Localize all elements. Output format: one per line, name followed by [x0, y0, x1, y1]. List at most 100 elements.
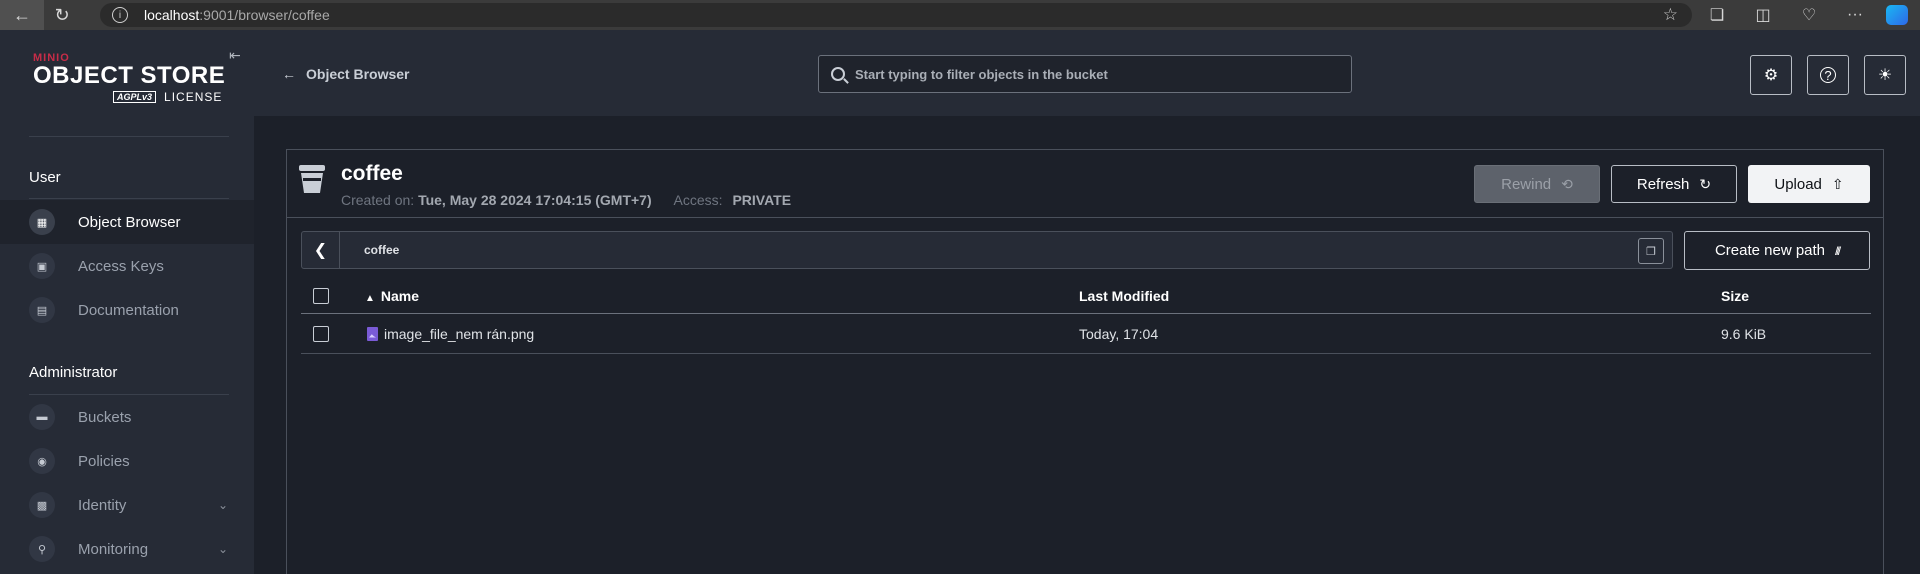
breadcrumb-path[interactable]: coffee — [364, 243, 399, 257]
search-input[interactable] — [855, 66, 1335, 82]
upload-icon: ⇧ — [1831, 175, 1844, 192]
sidebar-item-label: Documentation — [78, 301, 179, 319]
upload-label: Upload — [1774, 175, 1822, 193]
documentation-icon: ▤ — [29, 297, 55, 323]
sidebar-item-label: Policies — [78, 452, 130, 470]
object-filter-search[interactable] — [818, 55, 1352, 93]
image-file-icon — [367, 326, 378, 341]
back-arrow-icon: ← — [282, 66, 296, 82]
file-name: image_file_nem rán.png — [384, 325, 535, 342]
upload-button[interactable]: Upload ⇧ — [1748, 165, 1870, 203]
bucket-name: coffee — [341, 162, 403, 185]
size-cell: 9.6 KiB — [1721, 325, 1767, 342]
table-header: ▲ Name Last Modified Size — [301, 278, 1871, 314]
sidebar-item-label: Identity — [78, 496, 127, 514]
section-label-administrator: Administrator — [29, 364, 118, 381]
divider — [29, 198, 229, 199]
column-header-label: Name — [380, 287, 420, 304]
info-icon[interactable]: i — [112, 7, 128, 23]
sidebar-item-label: Monitoring — [78, 540, 149, 558]
bucket-meta: Created on: Tue, May 28 2024 17:04:15 (G… — [341, 192, 791, 208]
copy-icon: ❐ — [1646, 245, 1656, 258]
rewind-label: Rewind — [1501, 175, 1552, 193]
sort-ascending-icon: ▲ — [365, 292, 375, 304]
settings-icon: ⚙ — [1763, 67, 1779, 84]
sidebar-item-documentation[interactable]: ▤ Documentation — [0, 288, 254, 332]
more-icon[interactable]: ··· — [1832, 6, 1878, 24]
back-link-label: Object Browser — [306, 66, 410, 82]
browser-toolbar: ← ↻ i localhost:9001/browser/coffee ☆ ❏ … — [0, 0, 1920, 30]
theme-toggle-icon: ☀ — [1877, 67, 1893, 84]
page-header: ← Object Browser ⚙ ? ☀ — [254, 30, 1920, 116]
breadcrumb-back-button[interactable]: ❮ — [302, 232, 340, 268]
sidebar-item-buckets[interactable]: ▬ Buckets — [0, 395, 254, 439]
sidebar-item-label: Access Keys — [78, 257, 164, 275]
object-browser-icon: ▦ — [29, 209, 55, 235]
refresh-button[interactable]: Refresh ↻ — [1611, 165, 1737, 203]
chevron-down-icon[interactable]: ⌄ — [218, 542, 228, 556]
sidebar-item-access-keys[interactable]: ▣ Access Keys — [0, 244, 254, 288]
last-modified-cell: Today, 17:04 — [1079, 325, 1159, 342]
created-value: Tue, May 28 2024 17:04:15 (GMT+7) — [418, 192, 652, 208]
divider — [29, 136, 229, 137]
sidebar-item-monitoring[interactable]: ⚲ Monitoring ⌄ — [0, 527, 254, 571]
help-icon: ? — [1820, 67, 1836, 83]
new-path-icon: /// — [1835, 243, 1841, 258]
policies-icon: ◉ — [29, 448, 55, 474]
create-path-label: Create new path — [1714, 242, 1826, 259]
select-all-checkbox[interactable] — [313, 287, 329, 304]
logo-license: LICENSE — [164, 90, 223, 104]
minio-logo[interactable]: MINIO OBJECT STORE AGPLv3 LICENSE — [33, 52, 233, 142]
chevron-down-icon[interactable]: ⌄ — [218, 498, 228, 512]
refresh-label: Refresh — [1636, 175, 1690, 193]
help-button[interactable]: ? — [1807, 55, 1849, 95]
identity-icon: ▩ — [29, 492, 55, 518]
back-to-object-browser-link[interactable]: ← Object Browser — [282, 66, 409, 82]
table-row[interactable]: image_file_nem rán.png Today, 17:04 9.6 … — [301, 314, 1871, 354]
copilot-icon[interactable] — [1886, 5, 1908, 25]
copy-path-button[interactable]: ❐ — [1638, 238, 1664, 264]
column-header-size[interactable]: Size — [1721, 288, 1749, 304]
main-content: coffee Created on: Tue, May 28 2024 17:0… — [254, 116, 1920, 574]
column-header-last-modified[interactable]: Last Modified — [1079, 288, 1169, 304]
sidebar: MINIO OBJECT STORE AGPLv3 LICENSE ⇤ User… — [0, 30, 254, 574]
monitoring-icon: ⚲ — [29, 536, 55, 562]
sidebar-item-identity[interactable]: ▩ Identity ⌄ — [0, 483, 254, 527]
agpl-badge: AGPLv3 — [113, 91, 157, 103]
url-path: :9001/browser/coffee — [199, 7, 330, 23]
rewind-button[interactable]: Rewind ⟲ — [1474, 165, 1600, 203]
section-label-user: User — [29, 169, 61, 186]
star-icon[interactable]: ☆ — [1663, 5, 1678, 25]
sidebar-item-policies[interactable]: ◉ Policies — [0, 439, 254, 483]
breadcrumb: ❮ coffee ❐ — [301, 231, 1673, 269]
browser-health-icon[interactable]: ♡ — [1786, 5, 1832, 25]
sidebar-item-object-browser[interactable]: ▦ Object Browser — [0, 200, 254, 244]
settings-button[interactable]: ⚙ — [1750, 55, 1792, 95]
search-icon — [831, 67, 845, 81]
objects-table: ▲ Name Last Modified Size image_file_nem … — [301, 278, 1871, 354]
sidebar-item-label: Buckets — [78, 408, 132, 426]
back-arrow-icon[interactable]: ← — [0, 0, 44, 30]
extensions-icon[interactable]: ❏ — [1694, 5, 1740, 25]
create-new-path-button[interactable]: Create new path /// — [1684, 231, 1870, 270]
reload-icon[interactable]: ↻ — [44, 0, 80, 30]
buckets-icon: ▬ — [29, 404, 55, 430]
access-label: Access: — [673, 192, 723, 208]
url-host: localhost — [144, 7, 200, 23]
address-bar[interactable]: i localhost:9001/browser/coffee ☆ — [100, 3, 1692, 27]
bucket-panel: coffee Created on: Tue, May 28 2024 17:0… — [286, 149, 1884, 574]
refresh-icon: ↻ — [1699, 175, 1712, 192]
column-header-name[interactable]: ▲ Name — [365, 288, 419, 304]
access-value: PRIVATE — [732, 192, 792, 208]
sidebar-item-label: Object Browser — [78, 213, 181, 231]
split-screen-icon[interactable]: ◫ — [1740, 5, 1786, 25]
row-checkbox[interactable] — [313, 325, 329, 342]
chevron-left-icon: ❮ — [313, 242, 328, 259]
logo-product: OBJECT STORE — [33, 62, 226, 89]
bucket-icon — [299, 165, 325, 193]
bucket-header: coffee Created on: Tue, May 28 2024 17:0… — [287, 150, 1883, 218]
file-name-cell[interactable]: image_file_nem rán.png — [367, 326, 534, 342]
theme-toggle-button[interactable]: ☀ — [1864, 55, 1906, 95]
created-label: Created on: — [341, 192, 415, 208]
collapse-sidebar-icon[interactable]: ⇤ — [229, 47, 241, 64]
